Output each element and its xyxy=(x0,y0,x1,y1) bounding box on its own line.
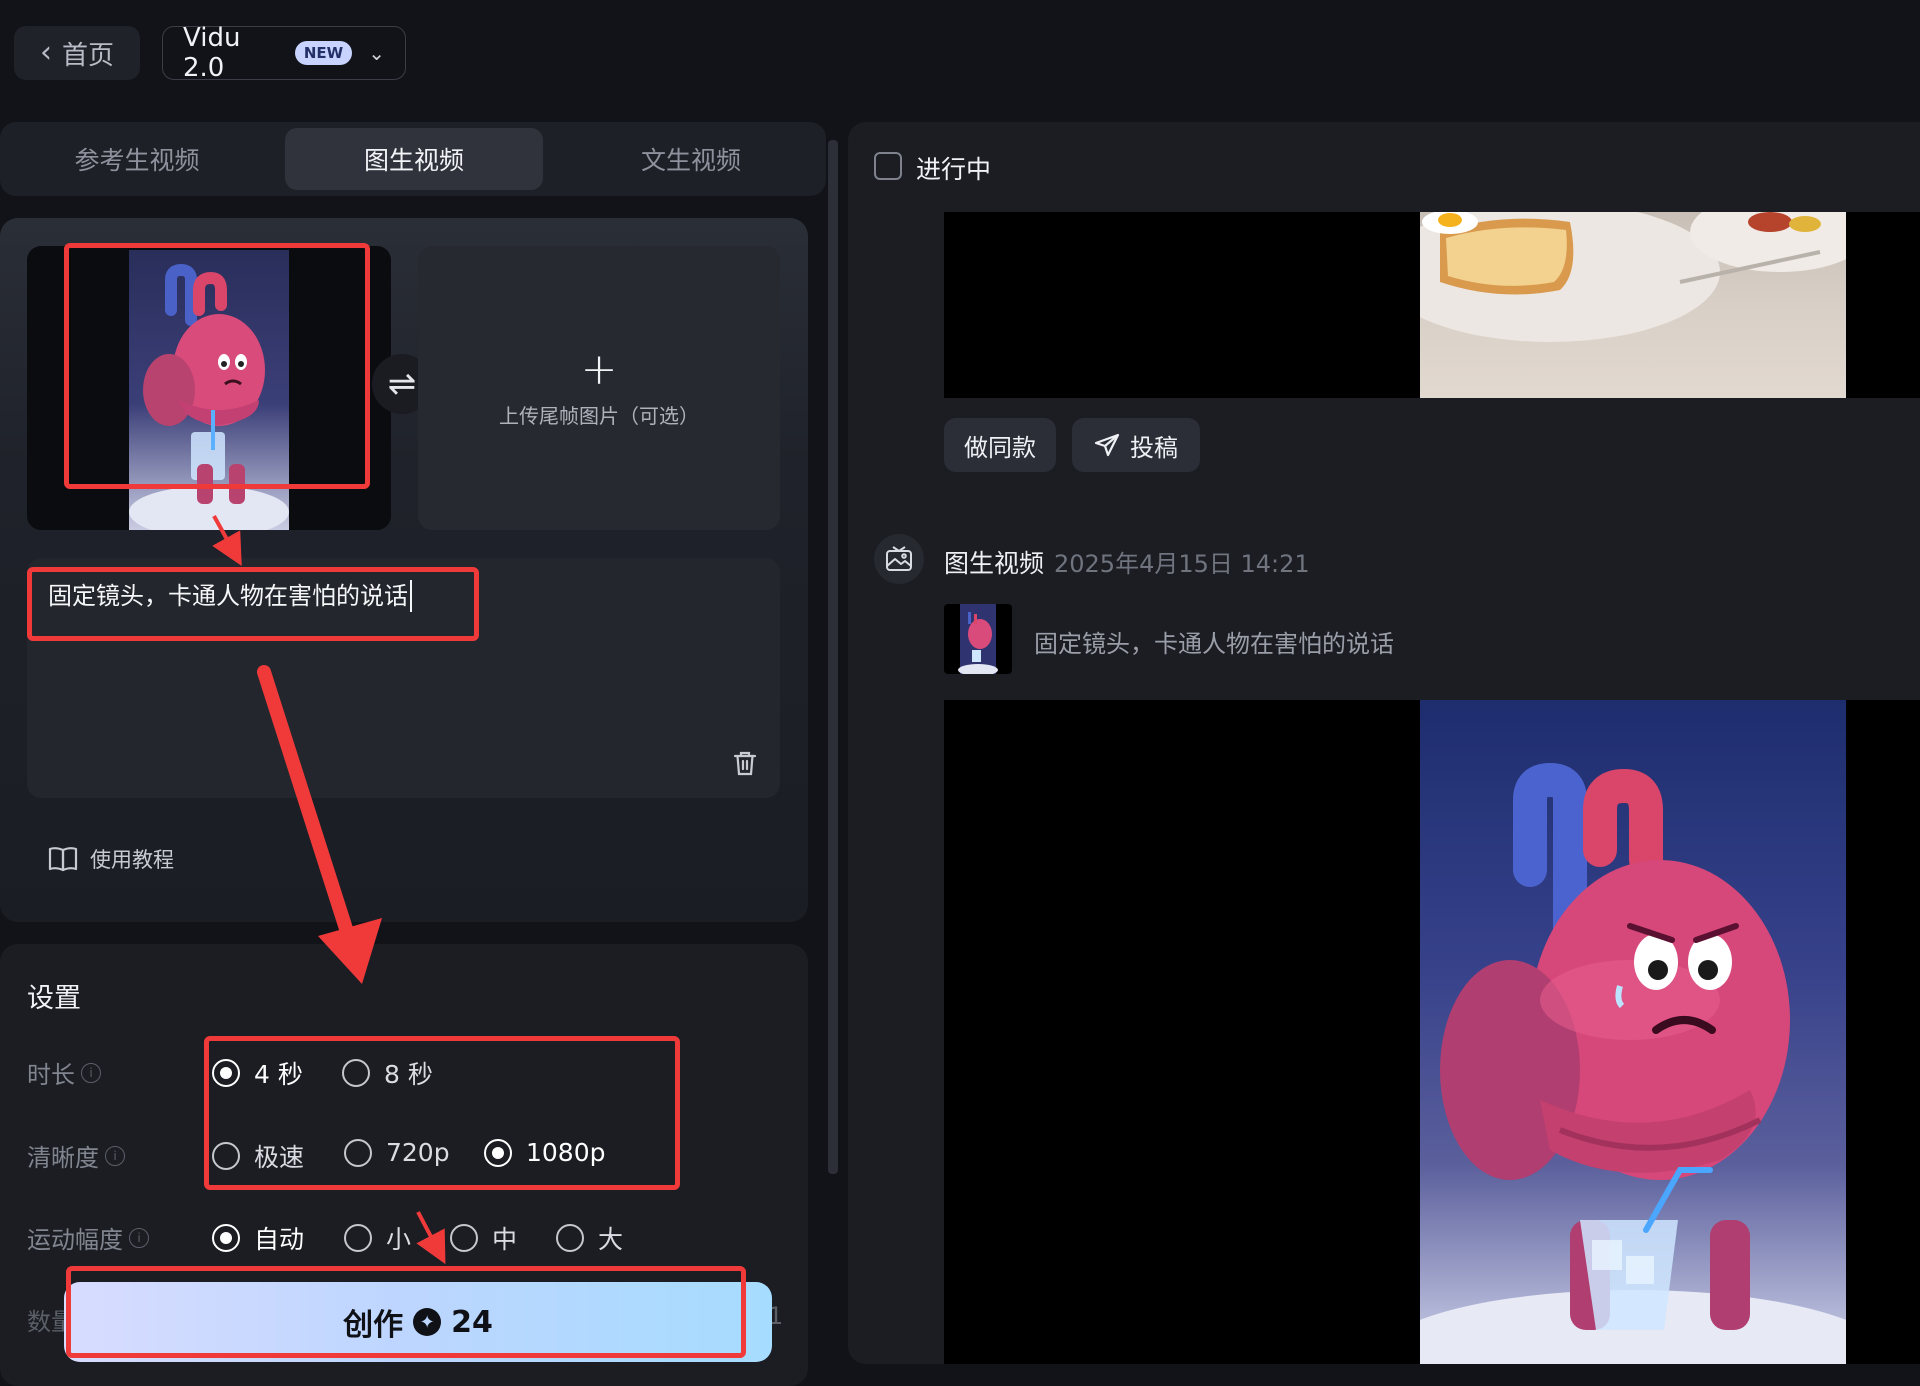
generated-video-frame xyxy=(1420,700,1846,1364)
task-thumbnail[interactable] xyxy=(944,604,1012,674)
option-label: 中 xyxy=(492,1225,518,1254)
previous-video-frame xyxy=(1420,212,1846,398)
option-label: 小 xyxy=(386,1225,412,1254)
task-timestamp: 2025年4月15日 14:21 xyxy=(1054,550,1310,578)
duration-label-text: 时长 xyxy=(27,1061,75,1089)
annotation-box-first-frame xyxy=(64,243,370,489)
swap-icon: ⇌ xyxy=(387,364,417,404)
make-same-label: 做同款 xyxy=(964,433,1036,462)
in-progress-checkbox[interactable] xyxy=(874,152,902,180)
new-badge: NEW xyxy=(294,41,353,65)
resolution-label: 清晰度 i xyxy=(27,1138,125,1173)
motion-option-small[interactable]: 小 xyxy=(344,1220,411,1256)
info-icon[interactable]: i xyxy=(105,1145,125,1166)
mode-tabs: 参考生视频 图生视频 文生视频 xyxy=(0,122,826,196)
motion-option-auto[interactable]: 自动 xyxy=(212,1220,304,1256)
annotation-box-settings xyxy=(204,1036,680,1190)
book-icon xyxy=(48,847,78,872)
motion-label: 运动幅度 i xyxy=(27,1220,149,1255)
settings-title: 设置 xyxy=(27,983,81,1014)
tab-reference-video[interactable]: 参考生视频 xyxy=(8,128,266,190)
motion-option-medium[interactable]: 中 xyxy=(450,1220,517,1256)
radio-icon xyxy=(450,1224,478,1252)
home-button[interactable]: ‹ 首页 xyxy=(14,26,140,80)
option-label: 大 xyxy=(598,1225,624,1254)
annotation-box-prompt xyxy=(27,567,479,641)
in-progress-label: 进行中 xyxy=(916,155,992,184)
make-same-button[interactable]: 做同款 xyxy=(944,418,1056,472)
model-name: Vidu 2.0 xyxy=(183,23,241,83)
option-label: 自动 xyxy=(254,1225,305,1254)
send-icon xyxy=(1094,433,1120,457)
chevron-down-icon: ⌄ xyxy=(368,41,385,65)
panel-scrollbar[interactable] xyxy=(828,140,838,1174)
last-frame-upload[interactable]: + 上传尾帧图片（可选） xyxy=(418,246,780,530)
trash-icon[interactable] xyxy=(730,748,760,778)
radio-icon xyxy=(344,1224,372,1252)
model-selector[interactable]: Vidu 2.0 NEW ⌄ xyxy=(162,23,406,83)
home-label: 首页 xyxy=(61,40,114,71)
tab-image-to-video[interactable]: 图生视频 xyxy=(285,128,543,190)
image-to-video-task-icon xyxy=(874,534,924,584)
submit-label: 投稿 xyxy=(1130,433,1178,462)
tab-text-to-video[interactable]: 文生视频 xyxy=(562,128,820,190)
motion-option-large[interactable]: 大 xyxy=(556,1220,623,1256)
info-icon[interactable]: i xyxy=(81,1062,101,1083)
annotation-box-create xyxy=(66,1266,746,1358)
task-prompt: 固定镜头，卡通人物在害怕的说话 xyxy=(1034,630,1394,658)
radio-icon xyxy=(556,1224,584,1252)
last-frame-label: 上传尾帧图片（可选） xyxy=(499,403,699,428)
resolution-label-text: 清晰度 xyxy=(27,1144,99,1172)
tutorial-link[interactable]: 使用教程 xyxy=(48,844,174,874)
plus-icon: + xyxy=(580,343,618,395)
radio-icon xyxy=(212,1224,240,1252)
info-icon[interactable]: i xyxy=(129,1227,149,1248)
tutorial-label: 使用教程 xyxy=(90,848,174,872)
task-type: 图生视频 xyxy=(944,549,1045,578)
chevron-left-icon: ‹ xyxy=(39,35,52,70)
duration-label: 时长 i xyxy=(27,1055,101,1090)
submit-button[interactable]: 投稿 xyxy=(1072,418,1200,472)
motion-label-text: 运动幅度 xyxy=(27,1226,123,1254)
